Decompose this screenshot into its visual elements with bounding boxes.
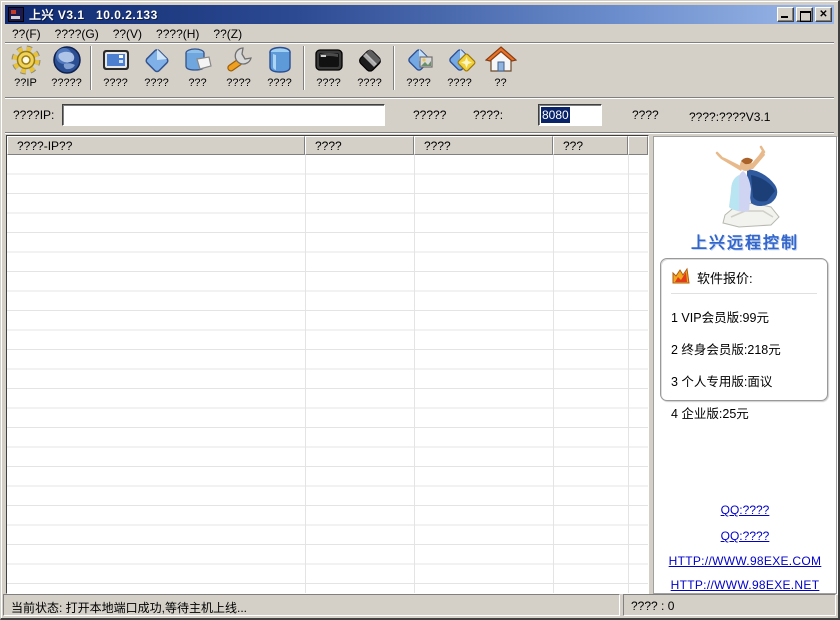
- menu-file[interactable]: ??(F): [5, 26, 48, 42]
- qq-link-2[interactable]: QQ:????: [721, 529, 770, 543]
- grid-line: [628, 155, 629, 593]
- toolbar-button-3[interactable]: ????: [95, 44, 136, 96]
- toolbar-button-5[interactable]: ???: [177, 44, 218, 96]
- menu-help[interactable]: ????(H): [149, 26, 206, 42]
- qq-link-1[interactable]: QQ:????: [721, 503, 770, 517]
- status-message: 当前状态: 打开本地端口成功,等待主机上线...: [3, 594, 620, 616]
- toolbar-button-10[interactable]: ????: [398, 44, 439, 96]
- price-item: 1 VIP会员版:99元: [671, 307, 827, 326]
- close-button[interactable]: [815, 7, 832, 22]
- column-header-host-ip[interactable]: ????-IP??: [7, 136, 305, 155]
- price-icon: [671, 267, 691, 287]
- minimize-button[interactable]: [777, 7, 794, 22]
- home-icon: [485, 44, 517, 76]
- toolbar-button-8[interactable]: ????: [308, 44, 349, 96]
- toolbar-button-2[interactable]: ?????: [46, 44, 87, 96]
- globe-icon: [51, 44, 83, 76]
- website-link-com[interactable]: HTTP://WWW.98EXE.COM: [669, 554, 822, 568]
- price-box: 软件报价: 1 VIP会员版:99元 2 终身会员版:218元 3 个人专用版:…: [660, 258, 828, 401]
- diamond-icon: [141, 44, 173, 76]
- column-header-5[interactable]: [628, 136, 648, 155]
- listen-button[interactable]: ????: [632, 108, 659, 122]
- price-item: 3 个人专用版:面议: [671, 371, 827, 390]
- price-item: 4 企业版:25元: [671, 403, 827, 422]
- menu-view[interactable]: ??(V): [106, 26, 149, 42]
- menu-bar: ??(F) ????(G) ??(V) ????(H) ??(Z): [5, 25, 834, 42]
- toolbar-separator: [90, 46, 92, 90]
- website-link-net[interactable]: HTTP://WWW.98EXE.NET: [671, 578, 820, 592]
- brand-text: 上兴远程控制: [654, 229, 836, 253]
- title-bar[interactable]: 上兴 V3.1 10.0.2.133: [5, 5, 834, 24]
- database-page-icon: [182, 44, 214, 76]
- diamond-star-icon: [444, 44, 476, 76]
- toolbar-button-4[interactable]: ????: [136, 44, 177, 96]
- toolbar-button-9[interactable]: ????: [349, 44, 390, 96]
- diamond-picture-icon: [403, 44, 435, 76]
- wrench-icon: [223, 44, 255, 76]
- grid-line: [305, 155, 306, 593]
- database-icon: [264, 44, 296, 76]
- maximize-button[interactable]: [796, 7, 813, 22]
- window-title: 上兴 V3.1 10.0.2.133: [29, 6, 158, 23]
- menu-about[interactable]: ??(Z): [206, 26, 249, 42]
- mascot-image: [654, 145, 836, 232]
- column-header-2[interactable]: ????: [305, 136, 414, 155]
- app-icon: [8, 7, 24, 22]
- toolbar-separator: [393, 46, 395, 90]
- version-text: ????:????V3.1: [689, 110, 770, 124]
- toolbar-button-1[interactable]: ??IP: [5, 44, 46, 96]
- ip-input[interactable]: [62, 104, 385, 126]
- port-input[interactable]: 8080: [538, 104, 602, 126]
- host-list-header: ????-IP?? ???? ???? ???: [7, 136, 648, 155]
- host-list-body[interactable]: [7, 155, 648, 593]
- price-item: 2 终身会员版:218元: [671, 339, 827, 358]
- menu-functions[interactable]: ????(G): [48, 26, 106, 42]
- monitor-icon: [100, 44, 132, 76]
- ip-label: ????IP:: [13, 108, 54, 122]
- toolbar-button-11[interactable]: ????: [439, 44, 480, 96]
- price-box-title: 软件报价:: [697, 268, 753, 287]
- host-count: ???? : 0: [623, 594, 836, 616]
- terminal-icon: [313, 44, 345, 76]
- toolbar-button-12[interactable]: ??: [480, 44, 521, 96]
- toolbar: ??IP ????? ????: [5, 44, 834, 97]
- black-diamond-icon: [354, 44, 386, 76]
- divider: [5, 132, 834, 134]
- toolbar-button-6[interactable]: ????: [218, 44, 259, 96]
- port-label: ????:: [473, 108, 503, 122]
- add-host-button[interactable]: ?????: [413, 108, 446, 122]
- grid-line: [553, 155, 554, 593]
- host-list: ????-IP?? ???? ???? ???: [6, 135, 649, 594]
- status-bar: 当前状态: 打开本地端口成功,等待主机上线... ???? : 0: [3, 594, 836, 616]
- links: QQ:???? QQ:???? HTTP://WWW.98EXE.COM HTT…: [654, 499, 836, 592]
- gear-icon: [10, 44, 42, 76]
- selected-text: 8080: [541, 107, 570, 123]
- toolbar-separator: [303, 46, 305, 90]
- toolbar-button-7[interactable]: ????: [259, 44, 300, 96]
- grid-line: [414, 155, 415, 593]
- column-header-4[interactable]: ???: [553, 136, 628, 155]
- app-window: 上兴 V3.1 10.0.2.133 ??(F) ????(G) ??(V) ?…: [0, 0, 840, 620]
- column-header-3[interactable]: ????: [414, 136, 553, 155]
- side-panel: 上兴远程控制 软件报价: 1 VIP会员版:99元 2 终身会员版:218元 3…: [653, 136, 837, 594]
- connection-bar: ????IP: ????? ????: 8080 ???? ????:????V…: [5, 99, 834, 132]
